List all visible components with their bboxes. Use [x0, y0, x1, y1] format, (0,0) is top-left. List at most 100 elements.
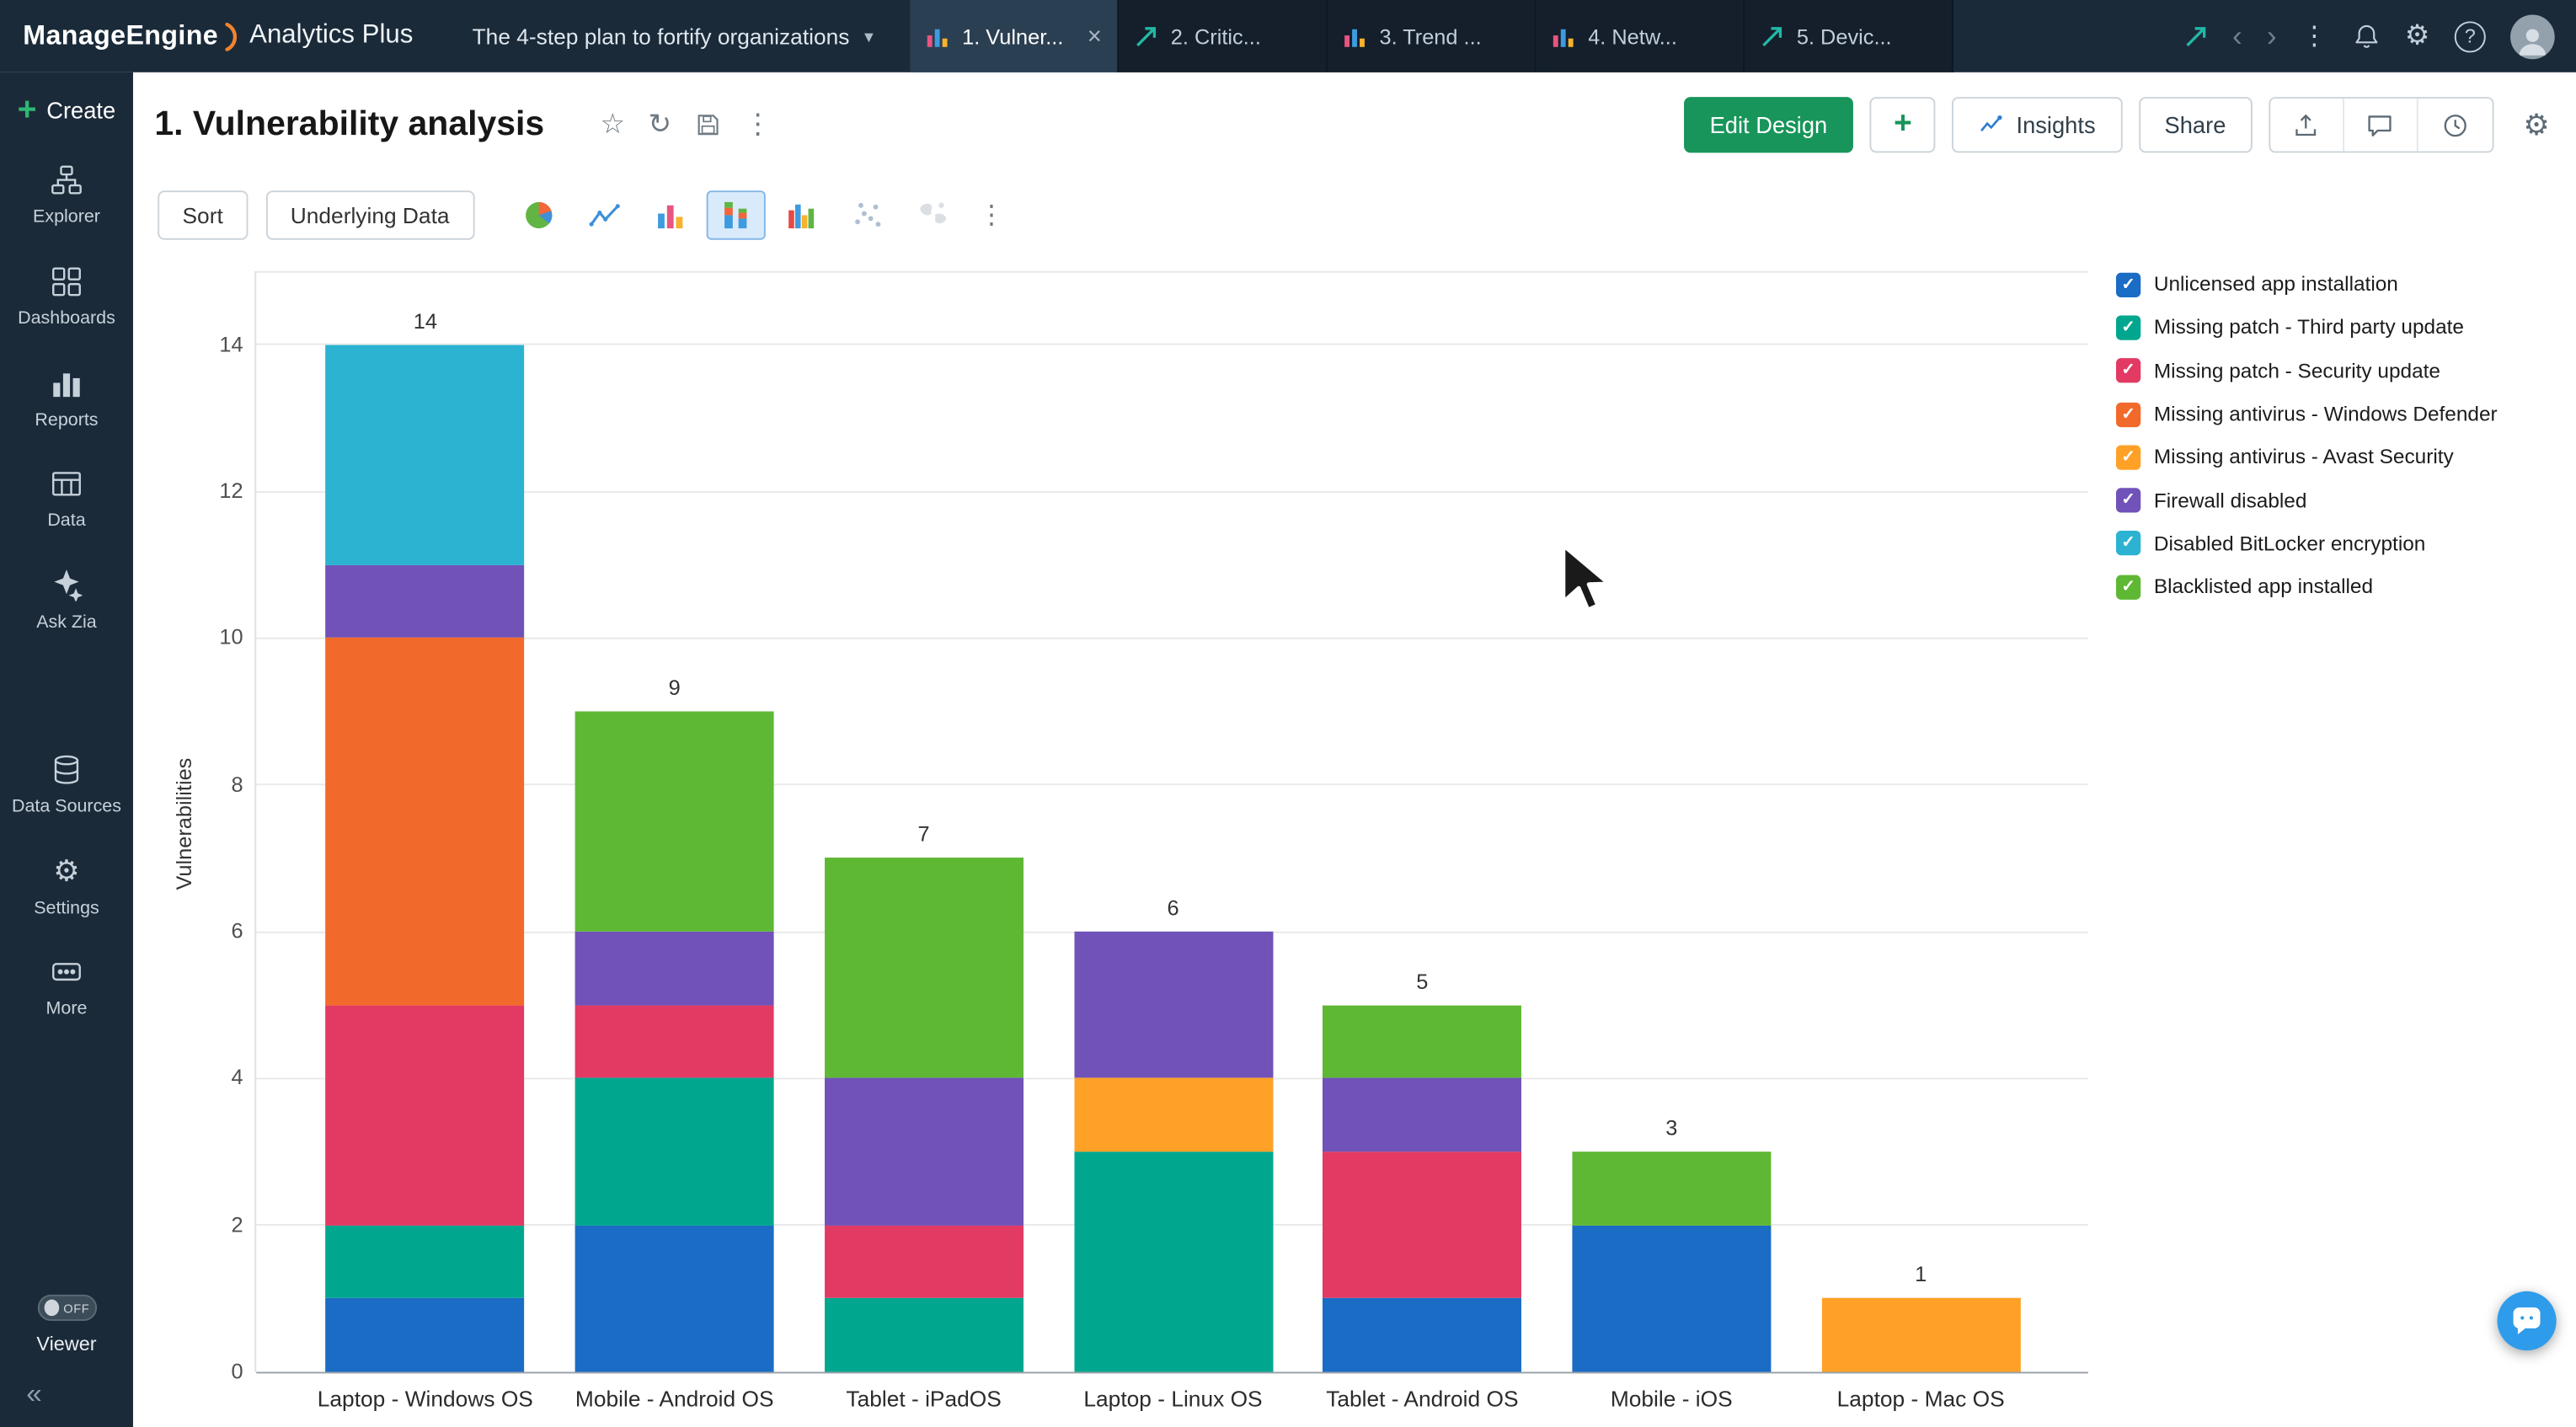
pie-chart-icon[interactable] [509, 190, 568, 240]
gridline [256, 344, 2088, 345]
y-tick-label: 0 [190, 1359, 243, 1383]
sidebar-item-ask-zia[interactable]: Ask Zia [0, 570, 133, 636]
comments-icon[interactable] [2344, 99, 2418, 151]
chart-types-more-icon[interactable]: ⋮ [979, 199, 1005, 232]
open-view-icon[interactable] [2183, 24, 2207, 48]
bar-segment[interactable] [1074, 1078, 1273, 1152]
favorite-star-icon[interactable]: ☆ [600, 109, 625, 142]
tab-close-icon[interactable]: × [1088, 24, 1102, 48]
bar-segment[interactable] [825, 858, 1023, 1078]
bar-segment[interactable] [326, 564, 525, 638]
clustered-bar-chart-icon[interactable] [772, 190, 831, 240]
bar-segment[interactable] [575, 1005, 774, 1078]
chat-fab-button[interactable] [2497, 1291, 2556, 1350]
bar-segment[interactable] [1074, 1152, 1273, 1371]
view-settings-gear-icon[interactable]: ⚙ [2523, 108, 2549, 142]
insights-button[interactable]: Insights [1952, 97, 2121, 152]
legend-item[interactable]: ✓Disabled BitLocker encryption [2116, 522, 2498, 565]
legend-checkbox[interactable]: ✓ [2116, 315, 2140, 339]
bar-segment[interactable] [825, 1298, 1023, 1371]
bar-segment[interactable] [1821, 1298, 2020, 1371]
legend-item[interactable]: ✓Missing antivirus - Windows Defender [2116, 393, 2498, 436]
tab-4-netw[interactable]: 4. Netw... [1536, 0, 1745, 72]
legend-checkbox[interactable]: ✓ [2116, 359, 2140, 383]
bar-segment[interactable] [326, 1298, 525, 1371]
legend-item[interactable]: ✓Missing patch - Third party update [2116, 306, 2498, 349]
legend-item[interactable]: ✓Missing patch - Security update [2116, 350, 2498, 393]
bar-segment[interactable] [1572, 1225, 1771, 1371]
legend-checkbox[interactable]: ✓ [2116, 402, 2140, 426]
legend-checkbox[interactable]: ✓ [2116, 272, 2140, 297]
bar-segment[interactable] [1323, 1298, 1521, 1371]
sort-button[interactable]: Sort [158, 190, 248, 240]
tab-1-vulner[interactable]: 1. Vulner...× [910, 0, 1119, 72]
admin-gear-icon[interactable]: ⚙ [2405, 19, 2430, 52]
history-clock-icon[interactable] [2418, 99, 2493, 151]
brand-logo[interactable]: ManageEngine Analytics Plus [23, 20, 413, 51]
map-chart-icon[interactable] [903, 190, 962, 240]
sidebar-item-settings[interactable]: ⚙Settings [0, 855, 133, 921]
chat-bubble-icon [2510, 1305, 2543, 1338]
bar-segment[interactable] [825, 1078, 1023, 1225]
legend-item[interactable]: ✓Firewall disabled [2116, 478, 2498, 521]
bar-segment[interactable] [1323, 1005, 1521, 1078]
bar-segment[interactable] [575, 932, 774, 1005]
bar-segment[interactable] [326, 1225, 525, 1298]
legend-checkbox[interactable]: ✓ [2116, 445, 2140, 469]
zia-insights-icon [1979, 112, 2005, 138]
bar-segment[interactable] [326, 1005, 525, 1225]
bar-segment[interactable] [825, 1225, 1023, 1298]
create-button[interactable]: + Create [18, 72, 115, 148]
tab-scroll-right-icon[interactable]: › [2267, 19, 2277, 53]
sidebar-item-explorer[interactable]: Explorer [0, 164, 133, 230]
data-sources-icon [51, 754, 82, 785]
bar-segment[interactable] [575, 1225, 774, 1371]
edit-design-button[interactable]: Edit Design [1683, 97, 1853, 152]
bar-segment[interactable] [326, 638, 525, 1005]
refresh-icon[interactable]: ↻ [649, 109, 672, 142]
bar-segment[interactable] [1323, 1152, 1521, 1298]
legend-item[interactable]: ✓Blacklisted app installed [2116, 565, 2498, 608]
legend-checkbox[interactable]: ✓ [2116, 532, 2140, 556]
x-axis-label: Mobile - Android OS [575, 1387, 774, 1411]
bar-segment[interactable] [326, 345, 525, 564]
tab-scroll-left-icon[interactable]: ‹ [2232, 19, 2242, 53]
underlying-data-button[interactable]: Underlying Data [265, 190, 473, 240]
sidebar-item-more[interactable]: More [0, 957, 133, 1023]
sidebar-item-data-sources[interactable]: Data Sources [0, 754, 133, 820]
line-chart-icon[interactable] [575, 190, 633, 240]
share-button[interactable]: Share [2138, 97, 2252, 152]
save-icon[interactable] [695, 112, 721, 138]
tab-overflow-kebab-icon[interactable]: ⋮ [2301, 19, 2327, 52]
bar-chart-icon [924, 24, 949, 48]
bar-segment[interactable] [1074, 932, 1273, 1078]
sidebar-item-reports[interactable]: Reports [0, 367, 133, 433]
tab-2-critic[interactable]: 2. Critic... [1118, 0, 1327, 72]
stacked-bar-chart-icon[interactable] [706, 190, 765, 240]
viewer-toggle[interactable]: OFF [37, 1295, 96, 1321]
sidebar-item-data[interactable]: Data [0, 468, 133, 534]
tab-5-devic[interactable]: 5. Devic... [1744, 0, 1953, 72]
legend-checkbox[interactable]: ✓ [2116, 575, 2140, 599]
legend-item[interactable]: ✓Missing antivirus - Avast Security [2116, 436, 2498, 478]
bar-segment[interactable] [1572, 1152, 1771, 1225]
title-kebab-icon[interactable]: ⋮ [744, 109, 772, 142]
sidebar-item-dashboards[interactable]: Dashboards [0, 265, 133, 331]
export-icon[interactable] [2270, 99, 2344, 151]
notifications-bell-icon[interactable] [2352, 22, 2380, 50]
x-axis-label: Laptop - Mac OS [1837, 1387, 2005, 1411]
legend-checkbox[interactable]: ✓ [2116, 488, 2140, 512]
bar-chart-icon[interactable] [640, 190, 699, 240]
scatter-chart-icon[interactable] [837, 190, 896, 240]
user-avatar[interactable] [2510, 14, 2555, 59]
workspace-dropdown[interactable]: The 4-step plan to fortify organizations… [473, 24, 874, 48]
legend-item[interactable]: ✓Unlicensed app installation [2116, 263, 2498, 306]
tab-3-trend[interactable]: 3. Trend ... [1327, 0, 1536, 72]
help-icon[interactable]: ? [2455, 20, 2486, 51]
bar-segment[interactable] [575, 1078, 774, 1225]
bar-segment[interactable] [575, 711, 774, 931]
collapse-sidebar-icon[interactable]: « [26, 1378, 41, 1411]
add-report-button[interactable]: + [1870, 97, 1936, 152]
bar-segment[interactable] [1323, 1078, 1521, 1152]
chart-plot-area: 0246810121414Laptop - Windows OS9Mobile … [254, 271, 2088, 1372]
